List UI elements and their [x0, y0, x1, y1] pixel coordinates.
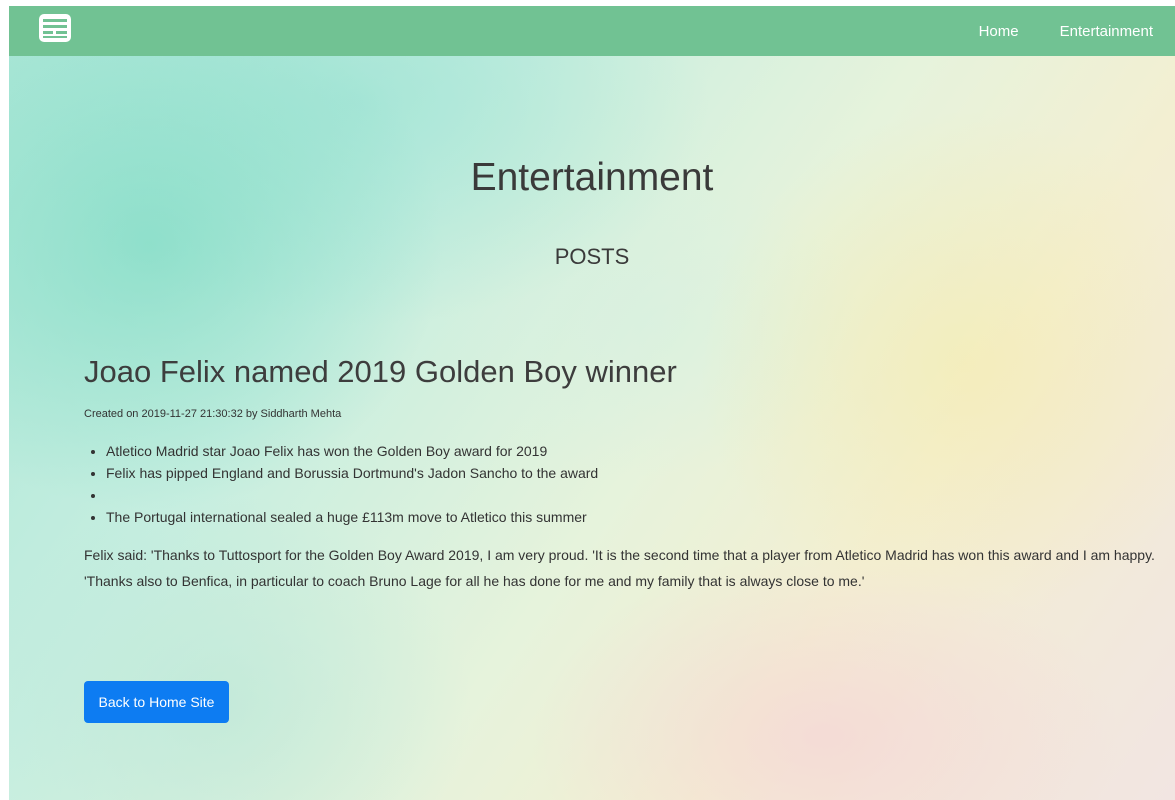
list-item: The Portugal international sealed a huge…: [106, 506, 1164, 528]
nav-link-entertainment[interactable]: Entertainment: [1060, 23, 1153, 40]
newspaper-list-icon[interactable]: [38, 13, 72, 43]
list-item: Atletico Madrid star Joao Felix has won …: [106, 440, 1164, 462]
list-item: [106, 484, 1164, 506]
post-article: Joao Felix named 2019 Golden Boy winner …: [84, 350, 1164, 608]
nav-link-home[interactable]: Home: [979, 23, 1019, 40]
post-meta: Created on 2019-11-27 21:30:32 by Siddha…: [84, 408, 342, 420]
post-body: Felix said: 'Thanks to Tuttosport for th…: [84, 547, 1155, 589]
page: Home Entertainment Entertainment POSTS J…: [9, 6, 1175, 800]
page-title: Entertainment: [470, 156, 714, 199]
section-subtitle: POSTS: [554, 244, 630, 269]
navbar: Home Entertainment: [9, 6, 1175, 56]
post-bullet-list: Atletico Madrid star Joao Felix has won …: [84, 440, 1164, 528]
post-title: Joao Felix named 2019 Golden Boy winner: [84, 354, 677, 389]
nav-links: Home Entertainment: [938, 6, 1153, 56]
list-item: Felix has pipped England and Borussia Do…: [106, 462, 1164, 484]
back-to-home-button[interactable]: Back to Home Site: [84, 681, 229, 723]
